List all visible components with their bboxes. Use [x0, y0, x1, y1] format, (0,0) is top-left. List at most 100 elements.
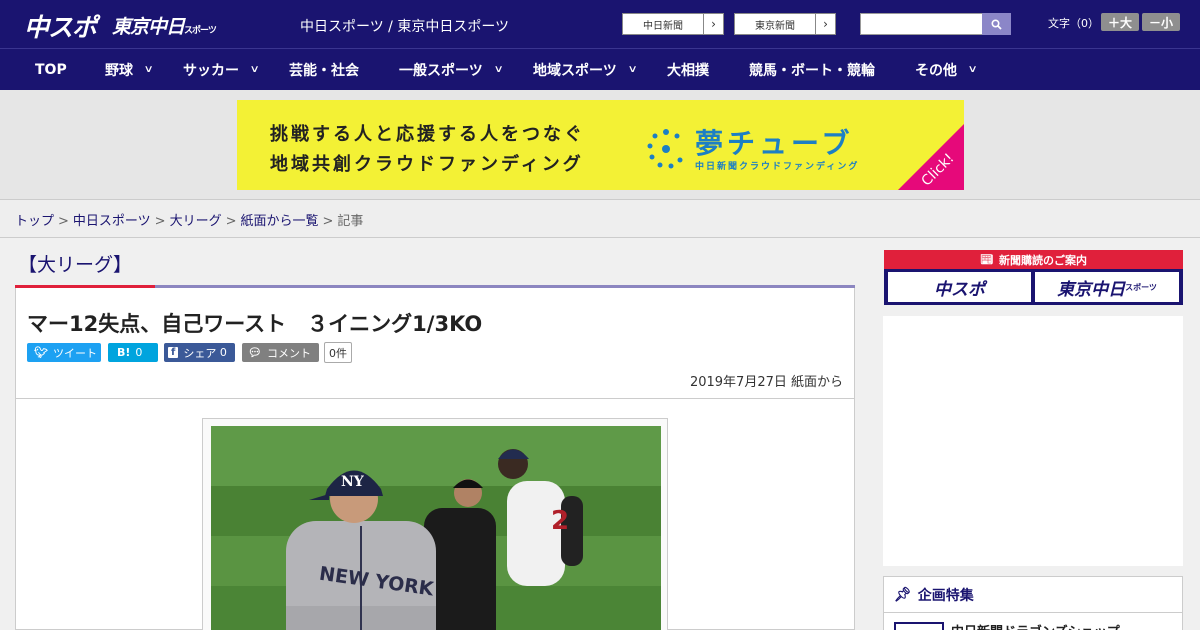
chevron-right-icon: › — [703, 14, 723, 34]
feature-item[interactable]: 中日新聞ドラゴンズショップ — [951, 621, 1120, 630]
facebook-share-button[interactable]: f シェア 0 — [164, 343, 235, 362]
search-button[interactable] — [982, 13, 1011, 35]
nav-item-sumo[interactable]: 大相撲 — [667, 49, 709, 90]
baseball-photo: 2 NEW YORK NY — [211, 426, 661, 630]
breadcrumb-sep: > — [154, 214, 166, 229]
search-input[interactable] — [860, 13, 983, 35]
chevron-down-icon: ∨ — [493, 64, 504, 75]
category-heading: 【大リーグ】 — [18, 254, 133, 276]
crowdfunding-banner[interactable]: 挑戦する人と応援する人をつなぐ 地域共創クラウドファンディング 夢チューブ 中日… — [237, 100, 964, 190]
banner-sub: 中日新聞クラウドファンディング — [695, 162, 860, 172]
facebook-icon: f — [168, 347, 179, 358]
nav-label: 競馬・ボート・競輪 — [749, 62, 875, 79]
article-photo-frame: 2 NEW YORK NY — [202, 418, 668, 630]
breadcrumb-sep: > — [225, 214, 237, 229]
share-label: シェア — [183, 346, 217, 360]
chunichi-shimbun-link[interactable]: 中日新聞 › — [622, 13, 724, 35]
font-size-decrease-button[interactable]: －小 — [1142, 13, 1180, 31]
breadcrumb: トップ > 中日スポーツ > 大リーグ > 紙面から一覧 > 記事 — [15, 210, 363, 229]
yankees-cap-logo: NY — [341, 474, 365, 490]
nav-label: 地域スポーツ — [533, 62, 617, 79]
nav-label: 野球 — [105, 62, 133, 79]
nav-label: 芸能・社会 — [289, 62, 359, 79]
subscribe-chuspo-button[interactable]: 中スポ — [888, 272, 1031, 302]
runner-number: 2 — [551, 506, 569, 536]
subscription-box: 📰︎ 新聞購読のご案内 中スポ 東京中日 スポーツ — [884, 250, 1183, 305]
sub-logo2-text: 東京中日 — [1057, 279, 1126, 300]
feature-thumbnail[interactable] — [894, 622, 944, 630]
article-divider — [16, 398, 854, 399]
nav-label: TOP — [35, 61, 67, 78]
chevron-down-icon: ∨ — [627, 64, 638, 75]
font-size-increase-button[interactable]: ＋大 — [1101, 13, 1139, 31]
nav-item-general-sports[interactable]: 一般スポーツ ∨ — [399, 49, 504, 90]
site-links[interactable]: 中日スポーツ / 東京中日スポーツ — [300, 16, 509, 36]
nav-item-baseball[interactable]: 野球 ∨ — [105, 49, 154, 90]
nav-item-local-sports[interactable]: 地域スポーツ ∨ — [533, 49, 638, 90]
article-photo[interactable]: 2 NEW YORK NY — [211, 426, 661, 630]
chevron-right-icon: › — [815, 14, 835, 34]
breadcrumb-chuspo[interactable]: 中日スポーツ — [73, 214, 151, 229]
chevron-down-icon: ∨ — [143, 64, 154, 75]
font-size-label: 文字（0） — [1048, 17, 1099, 30]
banner-line2: 地域共創クラウドファンディング — [270, 154, 584, 175]
banner-brand: 夢チューブ — [695, 127, 854, 160]
paper1-label: 中日新聞 — [643, 20, 683, 32]
article-date: 2019年7月27日 紙面から — [689, 375, 843, 390]
chevron-down-icon: ∨ — [967, 64, 978, 75]
comment-count-badge: 0件 — [324, 342, 352, 363]
article-title: マー12失点、自己ワースト ３イニング1/3KO — [27, 312, 483, 336]
nav-label: その他 — [915, 62, 957, 79]
tweet-label: ツイート — [52, 346, 97, 360]
chevron-down-icon: ∨ — [249, 64, 260, 75]
feature-box: 📌︎ 企画特集 中日新聞ドラゴンズショップ — [883, 576, 1183, 630]
search-icon — [991, 18, 1002, 30]
breadcrumb-current: 記事 — [337, 214, 364, 229]
nav-item-other[interactable]: その他 ∨ — [915, 49, 978, 90]
nav-item-soccer[interactable]: サッカー ∨ — [183, 49, 260, 90]
sub-logo2-sub: スポーツ — [1125, 282, 1157, 292]
click-corner-icon: Click! — [898, 124, 964, 190]
pin-icon: 📌︎ — [894, 586, 912, 603]
feature-header: 📌︎ 企画特集 — [884, 577, 1182, 613]
subscription-head-label: 新聞購読のご案内 — [998, 253, 1087, 267]
tokyo-logo-text: 東京中日 — [112, 16, 185, 38]
banner-area: 挑戦する人と応援する人をつなぐ 地域共創クラウドファンディング 夢チューブ 中日… — [0, 90, 1200, 200]
breadcrumb-paper-list[interactable]: 紙面から一覧 — [241, 214, 319, 229]
comment-label: コメント — [266, 346, 311, 360]
comment-button[interactable]: 💬︎ コメント — [242, 343, 319, 362]
nav-item-entertainment[interactable]: 芸能・社会 — [289, 49, 359, 90]
nav-item-top[interactable]: TOP — [35, 49, 67, 90]
subscription-header[interactable]: 📰︎ 新聞購読のご案内 — [884, 250, 1183, 269]
tokyo-logo-sub: スポーツ — [184, 26, 217, 36]
feature-title: 企画特集 — [917, 587, 974, 604]
chuspo-logo[interactable]: 中スポ — [24, 8, 97, 44]
hatena-count: 0 — [135, 346, 143, 359]
hatena-bookmark-icon: B! — [117, 346, 131, 359]
share-count: 0 — [219, 346, 227, 359]
twitter-icon: 🐦︎ — [34, 346, 48, 359]
subscribe-tokyo-button[interactable]: 東京中日 スポーツ — [1035, 272, 1179, 302]
main-nav: TOP 野球 ∨ サッカー ∨ 芸能・社会 一般スポーツ ∨ 地域スポーツ ∨ 大相撲 … — [0, 48, 1200, 90]
breadcrumb-mlb[interactable]: 大リーグ — [170, 214, 222, 229]
nav-label: 大相撲 — [667, 62, 709, 79]
tweet-button[interactable]: 🐦︎ ツイート — [27, 343, 101, 362]
nav-item-racing[interactable]: 競馬・ボート・競輪 — [749, 49, 875, 90]
nav-label: サッカー — [183, 62, 239, 79]
banner-text: 挑戦する人と応援する人をつなぐ 地域共創クラウドファンディング — [270, 120, 585, 180]
breadcrumb-bar: トップ > 中日スポーツ > 大リーグ > 紙面から一覧 > 記事 — [0, 200, 1200, 238]
site-header: 中スポ 東京中日スポーツ 中日スポーツ / 東京中日スポーツ 中日新聞 › 東京… — [0, 0, 1200, 48]
breadcrumb-top[interactable]: トップ — [15, 214, 54, 229]
nav-label: 一般スポーツ — [399, 62, 483, 79]
newspaper-icon: 📰︎ — [980, 253, 994, 266]
sidebar-ad[interactable] — [883, 316, 1183, 566]
speech-bubble-icon: 💬︎ — [248, 346, 262, 359]
dream-tube-logo-icon — [647, 129, 683, 169]
tokyo-shimbun-link[interactable]: 東京新聞 › — [734, 13, 836, 35]
tokyo-chunichi-logo[interactable]: 東京中日スポーツ — [112, 12, 217, 39]
hatena-button[interactable]: B! 0 — [108, 343, 158, 362]
banner-line1: 挑戦する人と応援する人をつなぐ — [270, 124, 585, 145]
article-box: マー12失点、自己ワースト ３イニング1/3KO 🐦︎ ツイート B! 0 f シェア… — [15, 288, 855, 630]
breadcrumb-sep: > — [58, 214, 69, 229]
breadcrumb-sep: > — [322, 214, 334, 229]
